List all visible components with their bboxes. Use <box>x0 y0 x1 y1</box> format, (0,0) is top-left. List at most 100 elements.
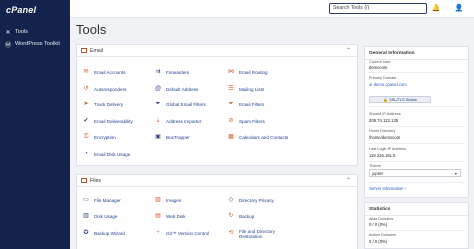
general-information-title: General Information <box>365 47 468 60</box>
tool-email-routing[interactable]: ⋈ Email Routing <box>227 68 268 76</box>
tool-email-disk-usage[interactable]: ◔ Email Disk Usage <box>82 150 130 158</box>
primary-domain-link[interactable]: ⊕ demo.cpanel.com <box>369 82 407 87</box>
folder-icon: ▭ <box>83 197 89 203</box>
theme-select[interactable]: jupiter ▾ <box>369 169 461 177</box>
page-title: Tools <box>76 22 107 37</box>
ssl-tls-status-button[interactable]: 🔒 SSL/TLS Status <box>369 96 431 103</box>
tool-email-accounts[interactable]: ✉ Email Accounts <box>82 68 125 76</box>
disk-usage-icon: ◔ <box>84 151 88 157</box>
tool-global-email-filters[interactable]: ⏷ Global Email Filters <box>154 100 206 108</box>
tool-label: Web Disk <box>166 213 186 219</box>
web-disk-icon: ▤ <box>155 213 161 219</box>
user-icon[interactable]: 👤 <box>454 3 464 14</box>
calendar-icon: ▦ <box>228 134 234 140</box>
spam-icon: ⊘ <box>228 118 234 124</box>
tool-label: Email Routing <box>239 69 268 75</box>
last-login-value: 118.226.151.5 <box>369 153 396 158</box>
at-sign-icon: @ <box>154 86 162 92</box>
chevron-up-icon[interactable]: ⌃ <box>346 47 351 54</box>
git-icon: ⑂ <box>156 230 160 236</box>
tool-address-importer[interactable]: ⇣ Address Importer <box>154 117 201 125</box>
tool-email-deliverability[interactable]: ✔ Email Deliverability <box>82 117 133 125</box>
email-panel-title: Email <box>90 47 103 54</box>
tool-label: Mailing Lists <box>239 86 265 92</box>
divider <box>368 161 465 162</box>
tool-label: Address Importer <box>166 118 202 124</box>
addon-domains-label: Addon Domains <box>369 233 397 237</box>
wrench-icon: ✕ <box>5 29 11 36</box>
image-icon: ▨ <box>155 197 161 203</box>
tool-autoresponders[interactable]: ↺ Autoresponders <box>82 85 126 93</box>
tool-images[interactable]: ▨ Images <box>154 196 181 204</box>
tool-boxtrapper[interactable]: ▣ BoxTrapper <box>154 133 190 141</box>
primary-domain-value: demo.cpanel.com <box>373 82 407 87</box>
home-directory-label: Home Directory <box>369 129 396 133</box>
tool-file-and-directory-restoration[interactable]: ⟲ File and Directory Restoration <box>227 229 287 243</box>
wizard-icon: ✪ <box>83 230 89 236</box>
files-panel-title: Files <box>90 177 101 184</box>
tool-label: File and Directory Restoration <box>239 229 275 240</box>
filter-icon: ⏷ <box>155 101 161 107</box>
top-bar: Search Tools (/) 🔔 👤 <box>70 0 474 18</box>
tool-label: Encryption <box>94 134 116 140</box>
tool-calendars-and-contacts[interactable]: ▦ Calendars and Contacts <box>227 133 288 141</box>
mail-icon: ✉ <box>83 69 89 75</box>
tool-spam-filters[interactable]: ⊘ Spam Filters <box>227 117 264 125</box>
tool-file-manager[interactable]: ▭ File Manager <box>82 196 121 204</box>
mailing-list-icon: ☰ <box>228 86 234 92</box>
tool-backup[interactable]: ↻ Backup <box>227 212 254 220</box>
tool-mailing-lists[interactable]: ☰ Mailing Lists <box>227 85 264 93</box>
primary-domain-label: Primary Domain <box>369 76 397 80</box>
tool-label: Backup <box>239 213 255 219</box>
notifications-icon[interactable]: 🔔 <box>431 3 441 14</box>
importer-icon: ⇣ <box>155 118 161 124</box>
server-information-label: Server Information <box>369 186 404 191</box>
tool-disk-usage[interactable]: ▥ Disk Usage <box>82 212 117 220</box>
tool-directory-privacy[interactable]: ◇ Directory Privacy <box>227 196 274 204</box>
divider <box>368 106 465 107</box>
tool-label: Directory Privacy <box>239 197 274 203</box>
theme-label: Theme <box>369 164 381 168</box>
files-panel: Files ⌃ <box>76 174 358 249</box>
tool-forwarders[interactable]: ⇉ Forwarders <box>154 68 189 76</box>
email-panel-header[interactable]: Email ⌃ <box>77 45 357 57</box>
sidebar-item-wordpress-toolkit[interactable]: Ⓦ WordPress Toolkit <box>4 39 60 49</box>
tool-label: Images <box>166 197 182 203</box>
filter-icon: ⏷ <box>228 101 234 107</box>
tool-email-filters[interactable]: ⏷ Email Filters <box>227 100 265 108</box>
chevron-up-icon[interactable]: ⌃ <box>346 177 351 184</box>
tool-label: Email Deliverability <box>94 118 133 124</box>
home-directory-value: /home/democom <box>369 135 401 140</box>
disk-icon: ▥ <box>83 213 89 219</box>
tool-web-disk[interactable]: ▤ Web Disk <box>154 212 186 220</box>
sidebar-item-label: Tools <box>15 29 29 35</box>
current-user-value: democom <box>369 65 388 70</box>
tool-label: Email Accounts <box>94 69 126 75</box>
email-section-icon <box>81 48 87 53</box>
addon-domains-value: 0 / 0 (0%) <box>369 239 388 244</box>
search-input[interactable]: Search Tools (/) <box>329 3 427 14</box>
track-icon: ➤ <box>83 101 89 107</box>
tool-encryption[interactable]: ⚿ Encryption <box>82 133 116 141</box>
forward-icon: ⇉ <box>155 69 161 75</box>
tool-label: Email Filters <box>239 101 265 107</box>
tool-label: Default Address <box>166 86 199 92</box>
divider <box>368 182 465 183</box>
shared-ip-value: 208.74.122.135 <box>369 118 399 123</box>
sidebar-item-tools[interactable]: ✕ Tools <box>4 27 28 37</box>
files-panel-header[interactable]: Files ⌃ <box>77 175 357 187</box>
boxtrapper-icon: ▣ <box>155 134 161 140</box>
tool-default-address[interactable]: @ Default Address <box>154 85 198 93</box>
tool-git-version-control[interactable]: ⑂ Git™ Version Control <box>154 229 209 237</box>
privacy-icon: ◇ <box>228 197 234 203</box>
tool-track-delivery[interactable]: ➤ Track Delivery <box>82 100 123 108</box>
ssl-button-label: SSL/TLS Status <box>389 97 417 102</box>
backup-icon: ↻ <box>228 213 234 219</box>
tool-label: Forwarders <box>166 69 190 75</box>
tool-label: BoxTrapper <box>166 134 190 140</box>
alias-domains-label: Alias Domains <box>369 217 394 221</box>
cpanel-logo[interactable]: cPanel <box>6 5 36 15</box>
tool-backup-wizard[interactable]: ✪ Backup Wizard <box>82 229 124 237</box>
server-information-link[interactable]: Server Information › <box>369 186 406 191</box>
tool-label: Track Delivery <box>94 101 124 107</box>
